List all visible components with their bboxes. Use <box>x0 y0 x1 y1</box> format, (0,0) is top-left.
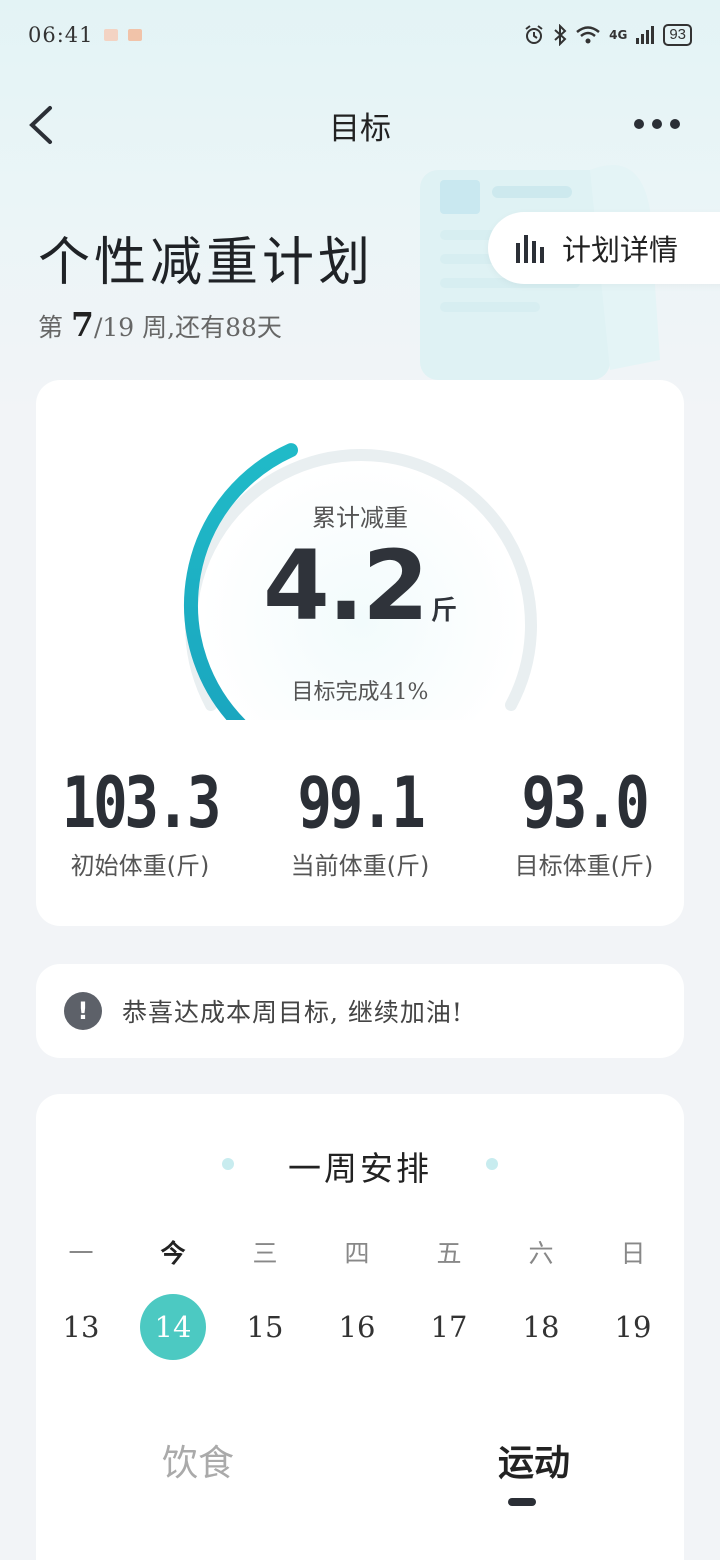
day-name: 四 <box>344 1239 370 1268</box>
exclamation-icon: ! <box>64 992 102 1030</box>
back-chevron-icon[interactable] <box>24 100 64 150</box>
more-dots-icon[interactable] <box>634 116 684 132</box>
navigation-bar: 目标 <box>0 90 720 160</box>
gauge-value: 4.2 斤 <box>36 530 684 642</box>
network-type: 4G <box>609 28 628 42</box>
day-date: 16 <box>338 1310 376 1344</box>
day-date: 15 <box>246 1310 284 1344</box>
day-date: 17 <box>430 1310 468 1344</box>
day-name: 五 <box>436 1239 462 1268</box>
notification-icon <box>103 29 118 41</box>
current-weight-stat: 99.1 当前体重(斤) <box>260 762 460 881</box>
day-name: 六 <box>528 1239 554 1268</box>
initial-weight-stat: 103.3 初始体重(斤) <box>40 762 240 881</box>
plan-week-info: 第 7/19 周,还有88天 <box>38 305 282 344</box>
day-date: 18 <box>522 1310 560 1344</box>
day-name: 今 <box>160 1239 186 1268</box>
day-mon[interactable]: 一 13 <box>46 1234 116 1360</box>
weekly-schedule-card: 一周安排 一 13 今 14 三 15 四 16 五 17 六 18 日 19 <box>36 1094 684 1560</box>
initial-weight-label: 初始体重(斤) <box>70 852 210 880</box>
day-date: 19 <box>614 1310 652 1344</box>
gauge-unit: 斤 <box>431 596 458 626</box>
plan-title: 个性减重计划 <box>38 233 375 293</box>
weight-summary-card: 累计减重 4.2 斤 目标完成41% 103.3 初始体重(斤) 99.1 当前体… <box>36 380 684 926</box>
total-weight-lost: 4.2 <box>262 530 429 642</box>
tab-exercise[interactable]: 运动 <box>454 1434 614 1486</box>
bar-chart-icon <box>516 235 544 263</box>
status-bar: 06:41 4G 93 <box>0 0 720 70</box>
wifi-icon <box>576 26 600 44</box>
day-thu[interactable]: 四 16 <box>322 1234 392 1360</box>
target-weight-stat: 93.0 目标体重(斤) <box>484 762 684 881</box>
bluetooth-icon <box>554 24 567 46</box>
plan-detail-label: 计划详情 <box>562 233 679 267</box>
alarm-icon <box>525 25 543 44</box>
day-date: 13 <box>62 1310 100 1344</box>
page-title: 目标 <box>329 110 391 147</box>
day-name: 三 <box>252 1239 278 1268</box>
signal-icon <box>636 26 655 44</box>
target-weight-value: 93.0 <box>521 762 649 844</box>
weight-stats: 103.3 初始体重(斤) 99.1 当前体重(斤) 93.0 目标体重(斤) <box>36 762 684 892</box>
week-schedule-title: 一周安排 <box>288 1149 432 1188</box>
tab-diet[interactable]: 饮食 <box>118 1434 278 1486</box>
day-sun[interactable]: 日 19 <box>598 1234 668 1360</box>
notification-icon <box>127 29 142 41</box>
weekly-goal-notice[interactable]: ! 恭喜达成本周目标, 继续加油! <box>36 964 684 1058</box>
active-tab-indicator <box>508 1498 536 1506</box>
current-weight-label: 当前体重(斤) <box>290 852 430 880</box>
week-current: 7 <box>70 305 94 344</box>
plan-detail-button[interactable]: 计划详情 <box>488 212 720 284</box>
initial-weight-value: 103.3 <box>61 762 222 844</box>
gauge-label: 累计减重 <box>312 504 408 532</box>
day-name: 一 <box>68 1239 94 1268</box>
day-fri[interactable]: 五 17 <box>414 1234 484 1360</box>
day-wed[interactable]: 三 15 <box>230 1234 300 1360</box>
schedule-tabs: 饮食 运动 <box>36 1434 684 1514</box>
week-total: /19 <box>93 313 135 342</box>
day-sat[interactable]: 六 18 <box>506 1234 576 1360</box>
goal-progress-text: 目标完成41% <box>291 680 429 705</box>
notice-text: 恭喜达成本周目标, 继续加油! <box>122 998 463 1027</box>
day-name: 日 <box>620 1239 646 1268</box>
day-today[interactable]: 今 14 <box>138 1234 208 1360</box>
target-weight-label: 目标体重(斤) <box>514 852 654 880</box>
status-time: 06:41 <box>28 23 94 47</box>
title-dot-right <box>486 1158 498 1170</box>
day-date: 14 <box>140 1294 206 1360</box>
week-prefix: 第 <box>38 313 64 342</box>
battery-indicator: 93 <box>663 24 692 46</box>
week-suffix: 周,还有88天 <box>142 313 282 342</box>
current-weight-value: 99.1 <box>297 762 425 844</box>
